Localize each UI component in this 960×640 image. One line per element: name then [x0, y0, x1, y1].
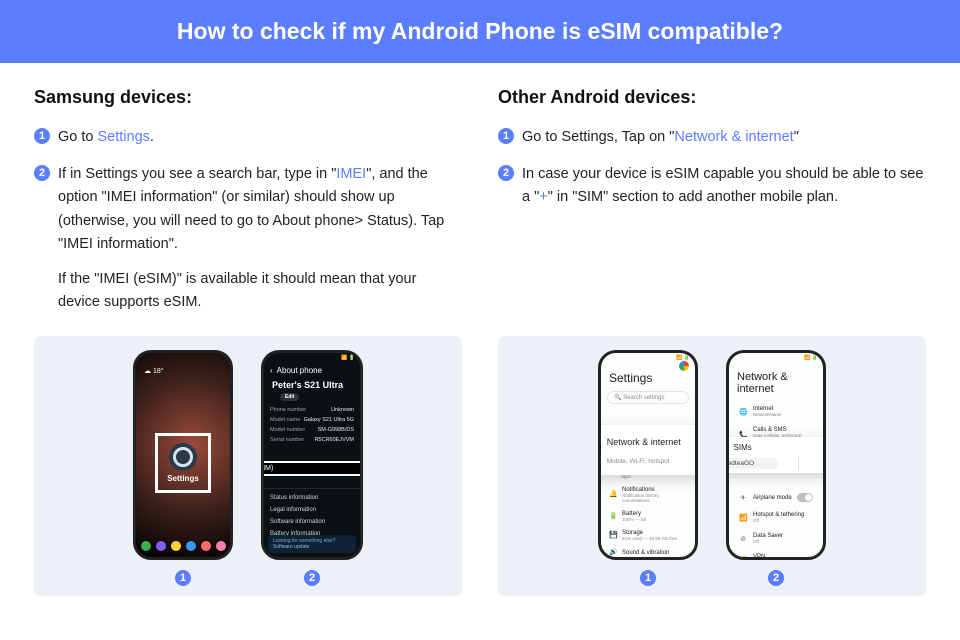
edit-button: Edit [280, 393, 299, 401]
settings-row: 🔊Sound & vibration [601, 545, 695, 560]
phone-mock: 📶 🔋 Settings 🔍 Search settings 🖥Connecte… [598, 350, 698, 560]
shot-number-badge: 1 [640, 570, 656, 586]
step-badge: 1 [34, 128, 50, 144]
settings-row: 🔋Battery100% — full [601, 507, 695, 526]
page-title: How to check if my Android Phone is eSIM… [177, 18, 783, 44]
back-icon: ‹ [270, 366, 273, 375]
samsung-column: Samsung devices: 1 Go to Settings. 2 If … [34, 87, 462, 328]
network-row: ⊘Data SaverOff [729, 528, 823, 549]
page-header: How to check if my Android Phone is eSIM… [0, 0, 960, 63]
network-internet-popup: 📶 Network & internet Mobile, Wi-Fi, hots… [598, 425, 698, 475]
info-row: Phone numberUnknown [270, 405, 354, 415]
dock-app-icon [156, 541, 166, 551]
step-extra: If the "IMEI (eSIM)" is available it sho… [58, 268, 462, 314]
network-row: 🔑VPNNone [729, 549, 823, 560]
dock-app-icon [171, 541, 181, 551]
network-internet-link[interactable]: Network & internet [674, 129, 793, 145]
screenshots-row: 📶 🔋 ☁ 18° Settings 1 📶 🔋 ‹ About phone [0, 328, 960, 596]
step-text: " [794, 129, 799, 145]
dock-app-icon [186, 541, 196, 551]
about-sections: Status informationLegal informationSoftw… [264, 483, 360, 542]
network-row: ✈Airplane mode [729, 488, 823, 507]
network-row: 📶Hotspot & tetheringOff [729, 507, 823, 528]
list-item: 2 In case your device is eSIM capable yo… [498, 163, 926, 209]
list-item: 2 If in Settings you see a search bar, t… [34, 163, 462, 314]
settings-row: 💾Storage61% used — 49.99 GB free [601, 526, 695, 545]
info-row: Serial numberR5CR60EJVVM [270, 435, 354, 445]
divider [798, 456, 799, 470]
info-row: Model nameGalaxy S21 Ultra 5G [270, 415, 354, 425]
list-item: 1 Go to Settings. [34, 126, 462, 149]
device-info-rows: Phone numberUnknownModel nameGalaxy S21 … [264, 403, 360, 447]
imei-link[interactable]: IMEI [336, 166, 366, 182]
step-text: Go to Settings, Tap on " [522, 129, 674, 145]
weather-widget: ☁ 18° [144, 367, 164, 375]
search-settings-input: 🔍 Search settings [607, 391, 689, 404]
popup-subtitle: Mobile, Wi-Fi, hotspot [607, 458, 670, 465]
airplane-toggle [797, 493, 813, 502]
device-name: Peter's S21 Ultra Edit [264, 378, 360, 403]
imei-esim-label: IMEI (eSIM) [261, 465, 273, 472]
about-phone-header: ‹ About phone [264, 363, 360, 378]
footer-link: Software update [273, 544, 351, 550]
other-shot-2: 📶 🔋 Network & internet 🌐InternetNetworkN… [726, 350, 826, 586]
search-placeholder: Search settings [623, 395, 664, 401]
phone-mock: 📶 🔋 ‹ About phone Peter's S21 Ultra Edit… [261, 350, 363, 560]
other-shot-1: 📶 🔋 Settings 🔍 Search settings 🖥Connecte… [598, 350, 698, 586]
device-name-text: Peter's S21 Ultra [272, 380, 343, 390]
status-bar: 📶 🔋 [264, 353, 360, 363]
net-items-bottom: ✈Airplane mode📶Hotspot & tetheringOff⊘Da… [729, 488, 823, 560]
step-text: Go to [58, 129, 98, 145]
suggestion-footer: Looking for something else? Software upd… [268, 535, 356, 553]
status-bar: 📶 🔋 [729, 353, 823, 363]
gear-icon [169, 443, 197, 471]
samsung-shot-2: 📶 🔋 ‹ About phone Peter's S21 Ultra Edit… [261, 350, 363, 586]
network-row: 🌐InternetNetworkName [729, 401, 823, 422]
imei-esim-callout: IMEI (eSIM) 355 [261, 461, 363, 476]
shot-number-badge: 2 [304, 570, 320, 586]
step-text: If in Settings you see a search bar, typ… [58, 166, 336, 182]
add-sim-plus-icon: + [819, 457, 826, 469]
app-dock [136, 541, 230, 551]
step-text: . [150, 129, 154, 145]
sims-popup: ▤ SIMs RedteaGO + [726, 437, 826, 473]
about-section-row: Status information [270, 492, 354, 504]
settings-link[interactable]: Settings [98, 129, 150, 145]
other-steps: 1 Go to Settings, Tap on "Network & inte… [498, 126, 926, 210]
shot-number-badge: 2 [768, 570, 784, 586]
sim-icon: ▤ [726, 442, 728, 453]
samsung-heading: Samsung devices: [34, 87, 462, 108]
other-screenshots: 📶 🔋 Settings 🔍 Search settings 🖥Connecte… [498, 336, 926, 596]
phone-mock: 📶 🔋 ☁ 18° Settings [133, 350, 233, 560]
settings-icon-highlight: Settings [155, 433, 211, 493]
network-internet-title: Network & internet [729, 363, 823, 401]
settings-row: 🔔NotificationsNotification history, conv… [601, 483, 695, 507]
about-section-row: Legal information [270, 504, 354, 516]
phone-mock: 📶 🔋 Network & internet 🌐InternetNetworkN… [726, 350, 826, 560]
popup-title: Network & internet [607, 437, 681, 447]
about-phone-title: About phone [277, 366, 322, 375]
content-columns: Samsung devices: 1 Go to Settings. 2 If … [0, 63, 960, 328]
sims-title: SIMs [734, 443, 752, 452]
sim-name: RedteaGO [726, 458, 778, 469]
step-badge: 2 [34, 165, 50, 181]
list-item: 1 Go to Settings, Tap on "Network & inte… [498, 126, 926, 149]
info-row: Model numberSM-G998B/DS [270, 425, 354, 435]
samsung-screenshots: 📶 🔋 ☁ 18° Settings 1 📶 🔋 ‹ About phone [34, 336, 462, 596]
about-section-row: Software information [270, 516, 354, 528]
step-badge: 2 [498, 165, 514, 181]
other-heading: Other Android devices: [498, 87, 926, 108]
samsung-shot-1: 📶 🔋 ☁ 18° Settings 1 [133, 350, 233, 586]
dock-app-icon [201, 541, 211, 551]
step-badge: 1 [498, 128, 514, 144]
dock-app-icon [141, 541, 151, 551]
dock-app-icon [216, 541, 226, 551]
step-text: " in "SIM" section to add another mobile… [548, 189, 838, 205]
other-column: Other Android devices: 1 Go to Settings,… [498, 87, 926, 328]
shot-number-badge: 1 [175, 570, 191, 586]
samsung-steps: 1 Go to Settings. 2 If in Settings you s… [34, 126, 462, 314]
plus-link[interactable]: + [539, 189, 547, 205]
settings-label: Settings [167, 474, 199, 483]
